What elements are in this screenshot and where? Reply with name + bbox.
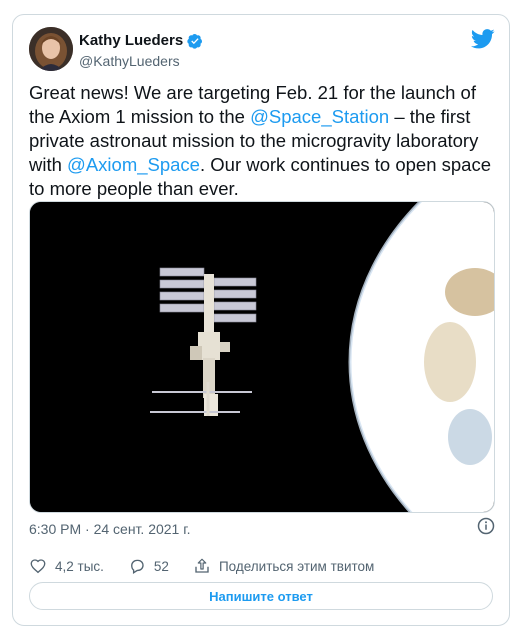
tweet-card: Kathy Lueders @KathyLueders Great news! … <box>12 14 510 626</box>
tweet-text: Great news! We are targeting Feb. 21 for… <box>29 81 499 201</box>
heart-icon <box>30 559 46 574</box>
timestamp[interactable]: 6:30 PM · 24 сент. 2021 г. <box>29 521 191 537</box>
author-handle[interactable]: @KathyLueders <box>79 53 180 69</box>
like-count: 4,2 тыс. <box>55 558 104 574</box>
reply-icon <box>130 559 144 574</box>
verified-badge-icon <box>187 33 203 49</box>
avatar[interactable] <box>29 27 73 71</box>
share-button[interactable]: Поделиться этим твитом <box>193 557 374 575</box>
info-icon[interactable] <box>477 517 495 535</box>
twitter-bird-icon[interactable] <box>471 29 495 49</box>
mention-space-station-link[interactable]: @Space_Station <box>250 106 389 127</box>
share-label: Поделиться этим твитом <box>218 558 375 574</box>
reply-count-button[interactable]: 52 <box>128 557 169 575</box>
tweet-actions: 4,2 тыс. 52 Поделиться этим твитом <box>29 556 398 576</box>
share-icon <box>195 558 209 573</box>
write-reply-button[interactable]: Напишите ответ <box>29 582 493 610</box>
reply-count: 52 <box>153 558 169 574</box>
author-name-row[interactable]: Kathy Lueders <box>79 32 203 49</box>
iss-photo-image <box>30 202 494 512</box>
mention-axiom-space-link[interactable]: @Axiom_Space <box>67 154 200 175</box>
author-name[interactable]: Kathy Lueders <box>79 32 183 49</box>
like-button[interactable]: 4,2 тыс. <box>29 557 104 575</box>
tweet-photo[interactable] <box>29 201 495 513</box>
